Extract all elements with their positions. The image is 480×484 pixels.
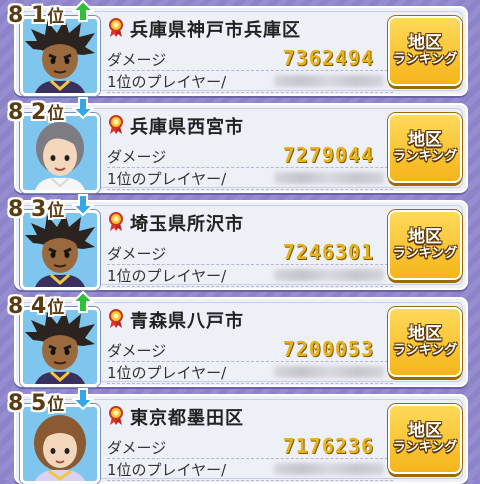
- divider: [107, 189, 393, 190]
- region-ranking-button-label-2: ランキング: [392, 343, 458, 359]
- rank-number: 8 4位: [8, 294, 65, 319]
- ranking-row: 8 3位 埼玉県所沢市 ダメージ 7246301 1位のプレイヤー/ 地区 ラン…: [8, 194, 468, 290]
- arrow-up-icon: [72, 0, 94, 22]
- region-ranking-button[interactable]: 地区 ランキング: [388, 210, 462, 280]
- blurred-player-name: [274, 172, 384, 184]
- ranking-row: 8 1位 兵庫県神戸市兵庫区 ダメージ 7362494 1位のプレイヤー/ 地区…: [8, 0, 468, 96]
- arrow-up-icon: [72, 291, 94, 313]
- blurred-player-name: [274, 463, 384, 475]
- damage-value: 7362494: [282, 46, 374, 70]
- region-ranking-button-label-1: 地区: [408, 323, 442, 344]
- ranking-row: 8 4位 青森県八戸市 ダメージ 7200053 1位のプレイヤー/ 地区 ラン…: [8, 291, 468, 387]
- top-player-label: 1位のプレイヤー/: [107, 364, 227, 382]
- damage-label: ダメージ: [107, 245, 167, 263]
- divider: [107, 286, 393, 287]
- city-name: 東京都墨田区: [130, 408, 244, 429]
- city-name: 青森県八戸市: [130, 311, 244, 332]
- damage-label: ダメージ: [107, 342, 167, 360]
- region-ranking-button-label-1: 地区: [408, 32, 442, 53]
- top-player-label: 1位のプレイヤー/: [107, 170, 227, 188]
- region-ranking-button[interactable]: 地区 ランキング: [388, 113, 462, 183]
- region-ranking-button[interactable]: 地区 ランキング: [388, 16, 462, 86]
- divider: [107, 92, 393, 93]
- medal-icon: [109, 115, 123, 134]
- damage-value: 7176236: [282, 434, 374, 458]
- region-ranking-button[interactable]: 地区 ランキング: [388, 307, 462, 377]
- region-ranking-button[interactable]: 地区 ランキング: [388, 404, 462, 474]
- divider: [107, 383, 393, 384]
- damage-value: 7246301: [282, 240, 374, 264]
- region-ranking-button-label-1: 地区: [408, 129, 442, 150]
- blurred-player-name: [274, 75, 384, 87]
- region-ranking-button-label-2: ランキング: [392, 246, 458, 262]
- rank-number: 8 2位: [8, 100, 65, 125]
- arrow-down-icon: [72, 388, 94, 410]
- rank-number: 8 1位: [8, 3, 65, 28]
- arrow-down-icon: [72, 194, 94, 216]
- damage-value: 7200053: [282, 337, 374, 361]
- region-ranking-button-label-1: 地区: [408, 226, 442, 247]
- medal-icon: [109, 18, 123, 37]
- divider: [107, 480, 393, 481]
- rank-number: 8 5位: [8, 391, 65, 416]
- damage-label: ダメージ: [107, 439, 167, 457]
- region-ranking-button-label-2: ランキング: [392, 149, 458, 165]
- medal-icon: [109, 309, 123, 328]
- damage-label: ダメージ: [107, 51, 167, 69]
- city-name: 埼玉県所沢市: [130, 214, 244, 235]
- medal-icon: [109, 406, 123, 425]
- top-player-label: 1位のプレイヤー/: [107, 461, 227, 479]
- arrow-down-icon: [72, 97, 94, 119]
- ranking-row: 8 2位 兵庫県西宮市 ダメージ 7279044 1位のプレイヤー/ 地区 ラン…: [8, 97, 468, 193]
- medal-icon: [109, 212, 123, 231]
- rank-number: 8 3位: [8, 197, 65, 222]
- top-player-label: 1位のプレイヤー/: [107, 73, 227, 91]
- city-name: 兵庫県神戸市兵庫区: [130, 20, 301, 41]
- region-ranking-button-label-1: 地区: [408, 420, 442, 441]
- damage-label: ダメージ: [107, 148, 167, 166]
- damage-value: 7279044: [282, 143, 374, 167]
- ranking-row: 8 5位 東京都墨田区 ダメージ 7176236 1位のプレイヤー/ 地区 ラン…: [8, 388, 468, 484]
- blurred-player-name: [274, 269, 384, 281]
- top-player-label: 1位のプレイヤー/: [107, 267, 227, 285]
- region-ranking-button-label-2: ランキング: [392, 52, 458, 68]
- city-name: 兵庫県西宮市: [130, 117, 244, 138]
- region-ranking-button-label-2: ランキング: [392, 440, 458, 456]
- blurred-player-name: [274, 366, 384, 378]
